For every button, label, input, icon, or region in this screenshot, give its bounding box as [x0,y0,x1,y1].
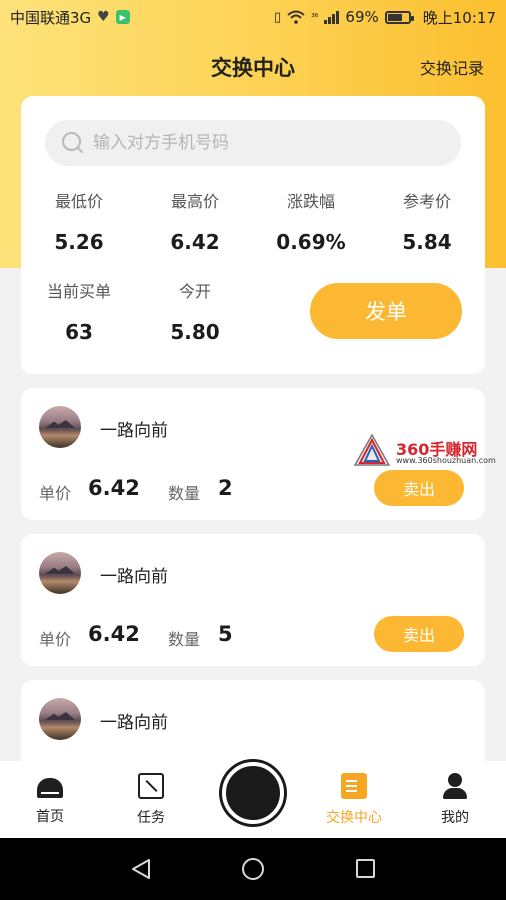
price-label: 单价 [39,630,72,649]
battery-percent: 69% [345,8,379,26]
tab-exchange-center[interactable]: 交换中心 [314,773,394,827]
tab-label: 首页 [36,809,64,825]
status-left: 中国联通3G ♥ ▶ [10,7,130,28]
home-circle-icon[interactable] [242,858,264,880]
search-icon [61,131,85,155]
battery-icon [384,10,414,24]
listing-card: 一路向前 单价 6.42 数量 5 卖出 [21,534,485,666]
profile-icon [442,773,468,799]
seller-name: 一路向前 [100,713,168,733]
clock: 晚上10:17 [422,8,496,27]
stat-max-price: 最高价 6.42 [137,188,253,254]
task-icon [138,773,164,799]
sell-button[interactable]: 卖出 [374,470,464,506]
watermark-logo-icon [354,434,390,466]
stat-value: 6.42 [170,230,220,254]
center-action-button[interactable] [222,762,284,824]
avatar[interactable] [39,698,81,740]
price-value: 6.42 [88,622,140,646]
watermark: 360手赚网 www.360shouzhuan.com [354,434,500,468]
status-right: ▯ ³⁶ 69% 晚上10:17 [274,7,496,28]
quantity-label: 数量 [168,630,201,649]
price-label: 单价 [39,484,72,503]
quantity-value: 5 [218,622,233,646]
quantity-value: 2 [218,476,233,500]
status-bar: 中国联通3G ♥ ▶ ▯ ³⁶ 69% 晚上10:17 [0,0,506,34]
vibrate-icon: ▯ [274,9,282,25]
stat-label: 涨跌幅 [286,192,335,211]
page-title: 交换中心 [211,56,295,80]
stat-current-buy-orders: 当前买单 63 [21,278,137,344]
page-header: 交换中心 交换记录 [0,44,506,90]
market-summary-card: 最低价 5.26 最高价 6.42 涨跌幅 0.69% 参考价 5.84 当前买… [21,96,485,374]
stat-label: 当前买单 [46,282,111,301]
stat-value: 63 [65,320,93,344]
avatar[interactable] [39,406,81,448]
stat-reference-price: 参考价 5.84 [369,188,485,254]
search-bar[interactable] [45,120,461,166]
signal-icon [324,10,340,24]
tab-profile[interactable]: 我的 [415,773,495,827]
stat-label: 最低价 [54,192,103,211]
tab-label: 交换中心 [326,810,382,826]
stat-min-price: 最低价 5.26 [21,188,137,254]
recent-apps-icon[interactable] [356,859,375,878]
carrier-label: 中国联通3G [10,8,92,27]
avatar[interactable] [39,552,81,594]
stat-value: 5.26 [54,230,104,254]
tab-home[interactable]: 首页 [10,773,90,826]
listing-card: 一路向前 [21,680,485,770]
tab-label: 任务 [137,810,165,826]
wifi-icon [287,10,305,24]
stat-label: 参考价 [402,192,451,211]
phone-search-input[interactable] [93,133,423,153]
stat-value: 5.84 [402,230,452,254]
tab-tasks[interactable]: 任务 [111,773,191,827]
stat-today-open: 今开 5.80 [137,278,253,344]
play-icon: ▶ [115,10,130,24]
seller-name: 一路向前 [100,421,168,441]
exchange-icon [341,773,367,799]
place-order-button[interactable]: 发单 [310,283,462,339]
sell-button[interactable]: 卖出 [374,616,464,652]
back-icon[interactable] [130,858,152,880]
tab-label: 我的 [441,810,469,826]
system-navigation-bar [0,838,506,900]
stat-label: 今开 [178,282,211,301]
watermark-url: www.360shouzhuan.com [396,456,496,465]
stat-label: 最高价 [170,192,219,211]
exchange-record-link[interactable]: 交换记录 [420,55,484,79]
home-icon [37,778,63,798]
stat-change-rate: 涨跌幅 0.69% [253,188,369,254]
stat-value: 0.69% [276,230,346,254]
seller-name: 一路向前 [100,567,168,587]
price-value: 6.42 [88,476,140,500]
network-type-label: ³⁶ [311,12,319,23]
health-icon: ♥ [97,9,110,25]
quantity-label: 数量 [168,484,201,503]
stat-value: 5.80 [170,320,220,344]
